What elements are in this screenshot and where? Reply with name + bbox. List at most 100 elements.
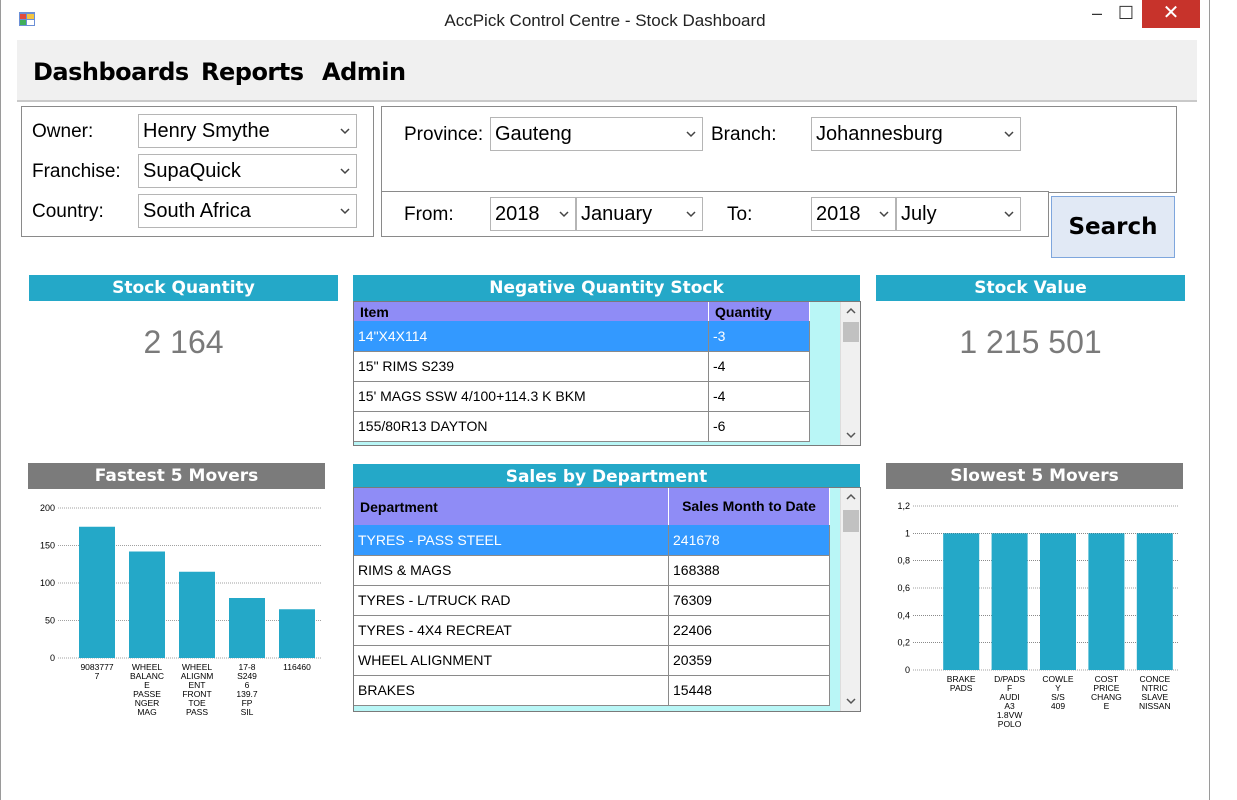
to-year-select[interactable]: 2018 (811, 197, 896, 231)
scroll-up-icon[interactable] (841, 488, 860, 506)
table-row[interactable]: RIMS & MAGS 168388 (354, 555, 830, 586)
menu-dashboards[interactable]: Dashboards (33, 58, 189, 86)
chevron-down-icon (340, 115, 350, 135)
stock-value-value: 1 215 501 (959, 324, 1102, 360)
province-select[interactable]: Gauteng (490, 117, 703, 151)
item-cell: 155/80R13 DAYTON (354, 411, 709, 442)
bar[interactable] (279, 609, 315, 658)
menu-bar: Dashboards Reports Admin (17, 40, 1197, 102)
menu-admin[interactable]: Admin (322, 58, 406, 86)
sales-cell: 76309 (668, 585, 830, 616)
close-button[interactable]: ✕ (1142, 0, 1200, 28)
y-tick-label: 1 (905, 528, 910, 538)
bar[interactable] (79, 526, 115, 658)
x-tick-label: 116460 (283, 662, 311, 672)
scroll-up-icon[interactable] (841, 302, 860, 320)
x-tick-label-line: 116460 (283, 662, 311, 672)
province-label: Province: (404, 124, 484, 145)
x-tick-label-line: 409 (1051, 701, 1065, 711)
x-tick-label-line: PASS (186, 707, 208, 717)
scroll-thumb[interactable] (843, 322, 859, 342)
bar[interactable] (943, 533, 980, 670)
bar[interactable] (1088, 533, 1125, 670)
title-bar: AccPick Control Centre - Stock Dashboard… (1, 0, 1209, 40)
table-row[interactable]: TYRES - PASS STEEL 241678 (354, 525, 830, 556)
franchise-select[interactable]: SupaQuick (138, 154, 357, 188)
slowest-movers-header: Slowest 5 Movers (886, 463, 1183, 489)
franchise-select-value: SupaQuick (143, 160, 241, 182)
scroll-down-icon[interactable] (841, 693, 860, 711)
branch-label: Branch: (711, 124, 777, 145)
x-tick-label-line: 7 (95, 671, 100, 681)
quantity-cell: -4 (708, 381, 810, 412)
slowest-movers-chart-svg: 0 0,2 0,4 0,6 0,8 1 1,2 BRAKE PADS D/PADS F AUDI A3 1… (897, 501, 1179, 729)
sales-cell: 15448 (668, 675, 830, 706)
country-select-value: South Africa (143, 200, 251, 222)
from-month-value: January (581, 203, 653, 225)
from-month-select[interactable]: January (576, 197, 703, 231)
branch-select-value: Johannesburg (816, 123, 943, 145)
branch-select[interactable]: Johannesburg (811, 117, 1021, 151)
x-tick-label-line: PADS (950, 683, 973, 693)
sales-by-dept-scrollbar[interactable] (840, 488, 860, 711)
table-row[interactable]: BRAKES 15448 (354, 675, 830, 706)
chevron-down-icon (879, 198, 889, 218)
column-header-item[interactable]: Item (354, 302, 709, 321)
sales-cell: 241678 (668, 525, 830, 556)
y-tick-label: 0 (905, 665, 910, 675)
x-tick-label-line: E (1104, 701, 1110, 711)
window-title: AccPick Control Centre - Stock Dashboard (444, 11, 766, 30)
table-row[interactable]: 15' MAGS SSW 4/100+114.3 K BKM -4 (354, 381, 810, 412)
table-row[interactable]: TYRES - 4X4 RECREAT 22406 (354, 615, 830, 646)
chevron-down-icon (559, 198, 569, 218)
column-header-sales[interactable]: Sales Month to Date (668, 488, 830, 525)
owner-select[interactable]: Henry Smythe (138, 114, 357, 148)
x-tick-label: 17-8 S249 6 139.7 FP SIL (236, 662, 258, 717)
from-year-value: 2018 (495, 203, 540, 225)
scroll-down-icon[interactable] (841, 427, 860, 445)
table-row[interactable]: 15" RIMS S239 -4 (354, 351, 810, 382)
column-header-department[interactable]: Department (354, 488, 669, 525)
table-row[interactable]: 14"X4X114 -3 (354, 321, 810, 352)
scroll-thumb[interactable] (843, 510, 859, 532)
to-year-value: 2018 (816, 203, 861, 225)
bar[interactable] (991, 533, 1028, 670)
x-tick-label: D/PADS F AUDI A3 1.8VW POLO (994, 674, 1025, 729)
bar[interactable] (1136, 533, 1173, 670)
quantity-cell: -4 (708, 351, 810, 382)
bar[interactable] (179, 571, 215, 658)
chevron-down-icon (1004, 198, 1014, 218)
x-tick-label: WHEEL ALIGNM ENT FRONT TOE PASS (181, 662, 214, 717)
main-window: AccPick Control Centre - Stock Dashboard… (0, 0, 1210, 800)
stock-value-header: Stock Value (876, 275, 1185, 301)
y-tick-label: 0,8 (897, 556, 910, 566)
fastest-movers-header: Fastest 5 Movers (28, 463, 325, 489)
to-label: To: (727, 204, 753, 225)
menu-reports[interactable]: Reports (201, 58, 304, 86)
y-tick-label: 50 (45, 616, 55, 626)
bar[interactable] (129, 551, 165, 659)
item-cell: 14"X4X114 (354, 321, 709, 352)
from-year-select[interactable]: 2018 (490, 197, 576, 231)
x-tick-label: COST PRICE CHANG E (1091, 674, 1122, 711)
negative-stock-scrollbar[interactable] (840, 302, 860, 445)
maximize-button[interactable]: ☐ (1113, 0, 1139, 28)
fastest-movers-chart-svg: 0 50 100 150 200 9083777 7 WHEEL BALANC E PASSE NGE… (40, 503, 322, 717)
department-cell: WHEEL ALIGNMENT (354, 645, 669, 676)
search-button[interactable]: Search (1051, 196, 1175, 258)
minimize-button[interactable]: – (1084, 0, 1110, 28)
y-tick-label: 100 (40, 578, 55, 588)
to-month-select[interactable]: July (896, 197, 1021, 231)
table-row[interactable]: WHEEL ALIGNMENT 20359 (354, 645, 830, 676)
bar[interactable] (229, 598, 265, 658)
table-row[interactable]: TYRES - L/TRUCK RAD 76309 (354, 585, 830, 616)
department-cell: BRAKES (354, 675, 669, 706)
bar[interactable] (1040, 533, 1076, 670)
fastest-movers-chart: 0 50 100 150 200 9083777 7 WHEEL BALANC E PASSE NGE… (28, 494, 328, 744)
table-row[interactable]: 155/80R13 DAYTON -6 (354, 411, 810, 442)
country-select[interactable]: South Africa (138, 194, 357, 228)
slowest-movers-chart: 0 0,2 0,4 0,6 0,8 1 1,2 BRAKE PADS D/PADS F AUDI A3 1… (883, 494, 1183, 744)
column-header-quantity[interactable]: Quantity (708, 302, 810, 321)
country-label: Country: (32, 201, 104, 222)
owner-label: Owner: (32, 121, 94, 142)
